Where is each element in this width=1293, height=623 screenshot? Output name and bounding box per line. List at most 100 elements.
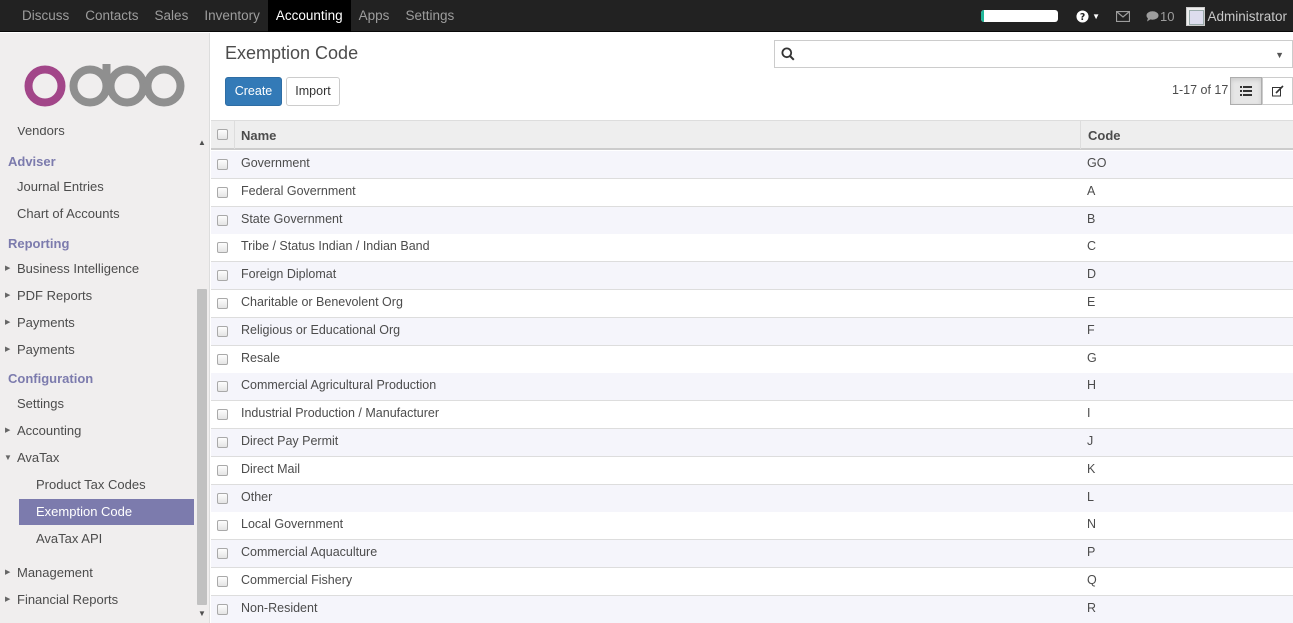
row-checkbox[interactable]	[217, 381, 228, 393]
select-all-checkbox[interactable]	[217, 129, 228, 140]
table-row[interactable]: Government GO	[211, 151, 1293, 179]
sidebar-item-avatax[interactable]: ▼ AvaTax	[0, 445, 194, 471]
sidebar-item-payments-2[interactable]: ▶ Payments	[0, 337, 194, 363]
table-row[interactable]: Resale G	[211, 345, 1293, 374]
mail-button[interactable]	[1116, 10, 1130, 22]
cell-name: Government	[241, 156, 310, 170]
scrollbar-thumb[interactable]	[197, 289, 207, 605]
table-row[interactable]: Local Government N	[211, 512, 1293, 541]
help-menu[interactable]: ? ▼	[1076, 9, 1100, 23]
cell-name: Non-Resident	[241, 600, 318, 615]
sidebar-item-vendors[interactable]: Vendors	[17, 127, 65, 135]
table-row[interactable]: Commercial Agricultural Production H	[211, 373, 1293, 402]
cell-name: Charitable or Benevolent Org	[241, 295, 403, 309]
user-menu[interactable]: Administrator	[1207, 9, 1287, 24]
sidebar-scrollbar[interactable]: ▲ ▼	[195, 131, 209, 623]
sidebar-item-settings[interactable]: Settings	[0, 391, 194, 417]
table-row[interactable]: Other L	[211, 484, 1293, 513]
column-header-code[interactable]: Code	[1088, 128, 1121, 143]
row-checkbox[interactable]	[217, 270, 228, 282]
table-row[interactable]: Religious or Educational Org F	[211, 317, 1293, 346]
sidebar-item-label: Business Intelligence	[17, 261, 140, 276]
sidebar-item-exemption-code[interactable]: Exemption Code	[19, 499, 194, 525]
menu-settings[interactable]: Settings	[397, 0, 462, 32]
sidebar-item-business-intelligence[interactable]: ▶ Business Intelligence	[0, 256, 194, 282]
sidebar-item-payments[interactable]: ▶ Payments	[0, 310, 194, 336]
menu-discuss[interactable]: Discuss	[14, 0, 77, 32]
row-checkbox[interactable]	[217, 576, 228, 587]
menu-apps[interactable]: Apps	[351, 0, 398, 32]
create-button[interactable]: Create	[225, 77, 282, 106]
table-row[interactable]: Industrial Production / Manufacturer I	[211, 401, 1293, 430]
sidebar-item-management[interactable]: ▶ Management	[0, 560, 194, 586]
row-checkbox[interactable]	[217, 214, 228, 226]
row-checkbox[interactable]	[217, 464, 228, 476]
table-row[interactable]: Foreign Diplomat D	[211, 262, 1293, 291]
scroll-up-icon[interactable]: ▲	[198, 138, 206, 147]
sidebar-item-label: Payments	[17, 315, 75, 330]
sidebar-item-financial-reports[interactable]: ▶ Financial Reports	[0, 587, 194, 613]
row-checkbox[interactable]	[217, 325, 228, 337]
table-row[interactable]: Non-Resident R	[211, 595, 1293, 623]
table-row[interactable]: Federal Government A	[211, 178, 1293, 207]
table-row[interactable]: Charitable or Benevolent Org E	[211, 290, 1293, 318]
message-count: 10	[1160, 8, 1175, 24]
table-row[interactable]: State Government B	[211, 206, 1293, 235]
avatar[interactable]	[1186, 6, 1206, 26]
menu-sales[interactable]: Sales	[147, 0, 197, 32]
sidebar-item-avatax-api[interactable]: AvaTax API	[0, 526, 194, 552]
scroll-down-icon[interactable]: ▼	[198, 609, 206, 618]
column-divider	[1080, 121, 1081, 149]
caret-right-icon: ▶	[5, 569, 11, 576]
sidebar-item-accounting[interactable]: ▶ Accounting	[0, 418, 194, 444]
table-row[interactable]: Commercial Fishery Q	[211, 568, 1293, 596]
pager-value[interactable]: 1-17 of 17	[1172, 83, 1228, 97]
list-view-button[interactable]	[1230, 77, 1262, 105]
menu-inventory[interactable]: Inventory	[196, 0, 268, 32]
row-checkbox[interactable]	[217, 437, 228, 448]
row-checkbox[interactable]	[217, 520, 228, 532]
chat-button[interactable]: 10	[1146, 9, 1174, 24]
row-checkbox[interactable]	[217, 159, 228, 170]
sidebar-item-journal-entries[interactable]: Journal Entries	[0, 174, 194, 200]
sidebar: Vendors Adviser Journal Entries Chart of…	[0, 33, 210, 623]
row-checkbox[interactable]	[217, 409, 228, 421]
progress-fill	[981, 10, 985, 22]
sidebar-item-pdf-reports[interactable]: ▶ PDF Reports	[0, 283, 194, 309]
row-checkbox[interactable]	[217, 603, 228, 615]
column-header-name[interactable]: Name	[241, 128, 276, 143]
chevron-down-icon: ▼	[1092, 11, 1100, 21]
cell-name: Religious or Educational Org	[241, 322, 401, 337]
row-checkbox[interactable]	[217, 186, 228, 198]
form-view-button[interactable]	[1262, 77, 1293, 105]
cell-code: P	[1087, 545, 1096, 560]
table-row[interactable]: Tribe / Status Indian / Indian Band C	[211, 234, 1293, 263]
cell-name: Direct Pay Permit	[241, 434, 339, 448]
table-row[interactable]: Direct Mail K	[211, 456, 1293, 485]
planner-progress-bar[interactable]	[981, 10, 1059, 22]
table-row[interactable]: Commercial Aquaculture P	[211, 540, 1293, 569]
menu-contacts[interactable]: Contacts	[77, 0, 146, 32]
row-checkbox[interactable]	[217, 492, 228, 504]
menu-accounting[interactable]: Accounting	[267, 0, 351, 32]
cell-code: N	[1087, 517, 1097, 532]
table-row[interactable]: Direct Pay Permit J	[211, 429, 1293, 457]
import-button[interactable]: Import	[286, 77, 340, 106]
cell-name: Industrial Production / Manufacturer	[241, 406, 440, 421]
row-checkbox[interactable]	[217, 353, 228, 365]
cell-code: A	[1087, 183, 1096, 198]
search-options-toggle[interactable]: ▼	[1275, 50, 1284, 60]
caret-right-icon: ▶	[5, 346, 11, 353]
row-checkbox[interactable]	[217, 548, 228, 560]
search-bar[interactable]: ▼	[774, 40, 1293, 68]
row-checkbox[interactable]	[217, 298, 228, 309]
sidebar-item-label: Financial Reports	[17, 592, 119, 607]
row-checkbox[interactable]	[217, 242, 228, 254]
section-configuration: Configuration	[8, 371, 94, 386]
list-view-icon	[1240, 86, 1252, 96]
sidebar-item-label: AvaTax	[17, 450, 60, 465]
sidebar-item-product-tax-codes[interactable]: Product Tax Codes	[0, 472, 194, 498]
search-input[interactable]	[799, 45, 1259, 63]
edit-icon	[1271, 85, 1284, 97]
sidebar-item-chart-of-accounts[interactable]: Chart of Accounts	[0, 201, 194, 227]
